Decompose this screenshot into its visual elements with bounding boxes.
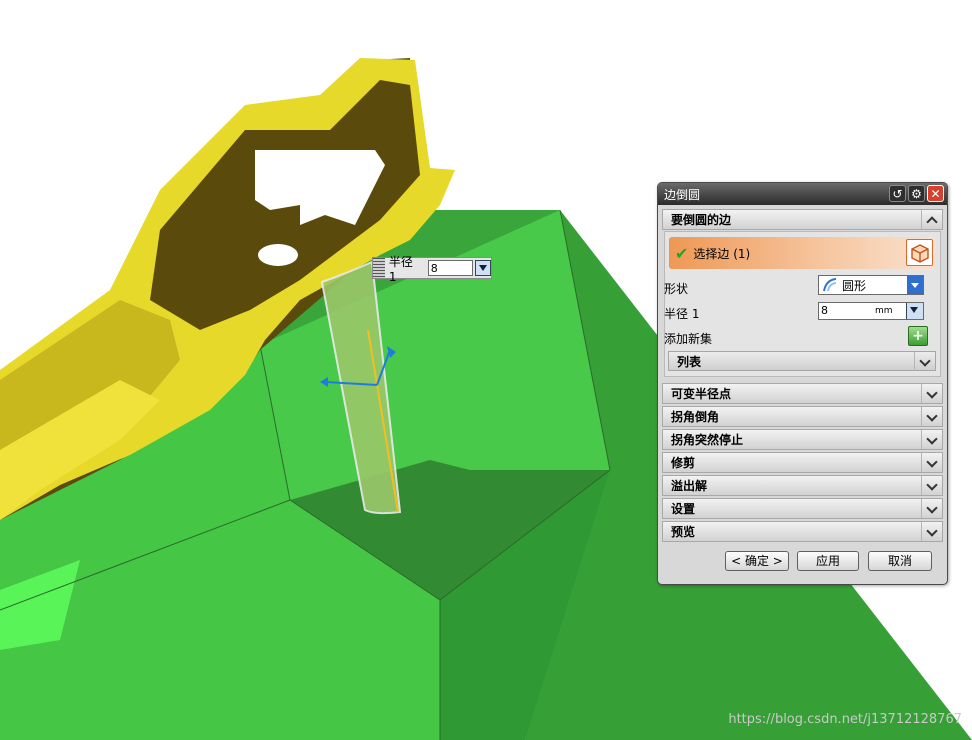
shape-value: 圆形: [842, 278, 867, 293]
shape-select[interactable]: 圆形: [818, 275, 924, 295]
section-edges-title: 要倒圆的边: [671, 213, 732, 227]
section-trim[interactable]: 修剪: [662, 452, 943, 473]
section-corner-setback[interactable]: 拐角倒角: [662, 406, 943, 427]
chevron-down-icon[interactable]: [921, 522, 942, 541]
floating-radius-field[interactable]: 8: [427, 260, 474, 276]
chevron-down-icon[interactable]: [906, 303, 923, 319]
radius-value[interactable]: 8: [821, 304, 828, 317]
section-variable-radius[interactable]: 可变半径点: [662, 383, 943, 404]
radius-unit: mm: [875, 306, 893, 316]
select-edge-label: 选择边 (1): [693, 246, 751, 261]
select-edge-row[interactable]: ✔ 选择边 (1): [669, 237, 935, 269]
list-subsection-header[interactable]: 列表: [668, 351, 936, 371]
chevron-up-icon[interactable]: [921, 210, 942, 229]
section-title: 可变半径点: [671, 387, 732, 401]
radius-input[interactable]: 8 mm: [818, 302, 924, 320]
section-title: 设置: [671, 502, 696, 516]
edge-blend-dialog: 边倒圆 ↺ ⚙ ✕ 要倒圆的边 ✔ 选择边 (1) 形状 圆形 半径 1 8 m…: [657, 182, 948, 585]
chevron-down-icon[interactable]: [914, 352, 935, 371]
add-new-set-icon[interactable]: +: [908, 326, 928, 346]
section-overflow[interactable]: 溢出解: [662, 475, 943, 496]
cancel-button[interactable]: 取消: [868, 551, 932, 571]
chevron-down-icon[interactable]: [921, 499, 942, 518]
dialog-titlebar[interactable]: 边倒圆 ↺ ⚙ ✕: [658, 183, 947, 205]
chevron-down-icon[interactable]: [921, 407, 942, 426]
apply-button[interactable]: 应用: [797, 551, 859, 571]
floating-radius-label: 半径 1: [388, 254, 413, 284]
section-edges-header[interactable]: 要倒圆的边: [662, 209, 943, 230]
chevron-down-icon[interactable]: [921, 430, 942, 449]
round-shape-icon: [823, 278, 837, 292]
reset-icon[interactable]: ↺: [889, 185, 906, 202]
checkmark-icon: ✔: [675, 243, 689, 263]
chevron-down-icon[interactable]: [907, 276, 923, 294]
radius-label: 半径 1: [664, 307, 700, 321]
section-title: 预览: [671, 525, 696, 539]
grip-handle-icon[interactable]: [373, 258, 385, 278]
list-label: 列表: [677, 354, 702, 369]
watermark-text: https://blog.csdn.net/j13712128767: [728, 712, 962, 727]
section-title: 修剪: [671, 456, 696, 470]
chevron-down-icon[interactable]: [475, 260, 491, 276]
dialog-title: 边倒圆: [664, 187, 701, 202]
section-title: 拐角倒角: [671, 410, 720, 424]
section-preview[interactable]: 预览: [662, 521, 943, 542]
section-settings[interactable]: 设置: [662, 498, 943, 519]
dialog-button-row: < 确定 > 应用 取消: [658, 551, 947, 575]
section-title: 溢出解: [671, 479, 708, 493]
floating-radius-input[interactable]: 半径 1 8: [372, 255, 492, 284]
chevron-down-icon[interactable]: [921, 384, 942, 403]
ok-button[interactable]: < 确定 >: [725, 551, 789, 571]
settings-icon[interactable]: ⚙: [908, 185, 925, 202]
section-stop-short[interactable]: 拐角突然停止: [662, 429, 943, 450]
close-icon[interactable]: ✕: [927, 185, 944, 202]
round-hole: [258, 244, 298, 266]
select-edge-cube-icon[interactable]: [906, 239, 933, 266]
chevron-down-icon[interactable]: [921, 453, 942, 472]
shape-label: 形状: [664, 282, 689, 296]
section-title: 拐角突然停止: [671, 433, 744, 447]
chevron-down-icon[interactable]: [921, 476, 942, 495]
add-set-label: 添加新集: [664, 332, 713, 346]
